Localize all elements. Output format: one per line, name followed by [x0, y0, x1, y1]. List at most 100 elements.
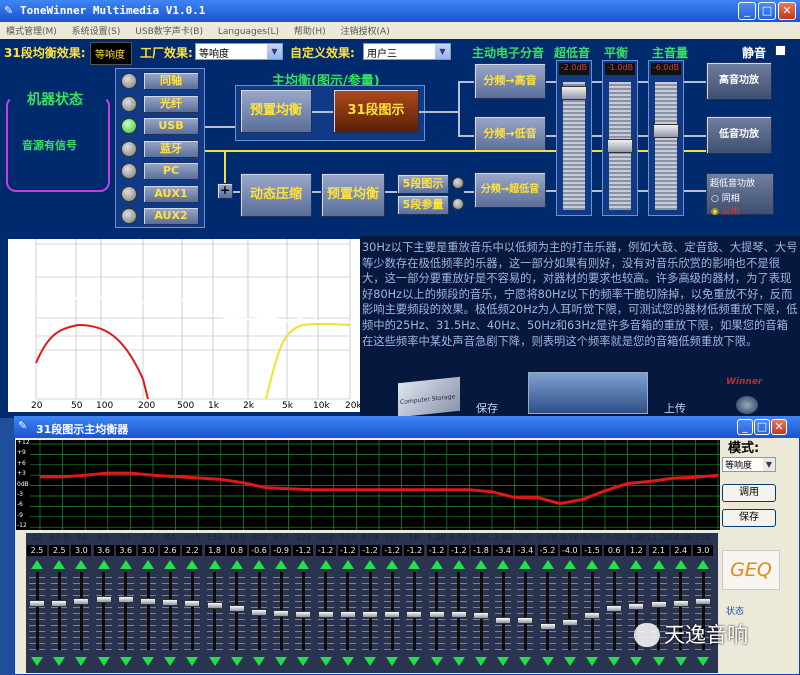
source-led[interactable]: [121, 185, 137, 202]
menu-usb[interactable]: USB数字声卡(B): [129, 22, 209, 39]
down-arrow-icon[interactable]: [364, 657, 376, 666]
slider-thumb[interactable]: [162, 599, 179, 607]
menu-license[interactable]: 注销授权(A): [335, 22, 396, 39]
up-arrow-icon[interactable]: [674, 560, 687, 569]
up-arrow-icon[interactable]: [297, 560, 310, 569]
sub-fader-thumb[interactable]: [561, 86, 587, 100]
compressor-button[interactable]: 动态压缩: [240, 173, 312, 217]
down-arrow-icon[interactable]: [164, 657, 177, 666]
down-arrow-icon[interactable]: [297, 657, 310, 666]
slider-thumb[interactable]: [184, 600, 201, 608]
source-led[interactable]: [121, 208, 137, 224]
chevron-down-icon[interactable]: ▼: [267, 44, 282, 59]
minimize-button[interactable]: _: [738, 2, 756, 20]
dialog-maximize-button[interactable]: □: [754, 419, 770, 435]
down-arrow-icon[interactable]: [475, 657, 487, 666]
slider-thumb[interactable]: [517, 617, 534, 625]
volume-fader-thumb[interactable]: [653, 124, 679, 138]
down-arrow-icon[interactable]: [430, 657, 443, 666]
high-amp-button[interactable]: 高音功放: [706, 62, 772, 100]
down-arrow-icon[interactable]: [341, 657, 354, 666]
down-arrow-icon[interactable]: [608, 657, 621, 666]
down-arrow-icon[interactable]: [31, 657, 43, 666]
slider-thumb[interactable]: [428, 610, 445, 618]
up-arrow-icon[interactable]: [275, 560, 288, 569]
up-arrow-icon[interactable]: [452, 560, 465, 569]
slider-thumb[interactable]: [251, 608, 267, 616]
preset-eq-button[interactable]: 预置均衡: [240, 89, 312, 133]
slider-track[interactable]: [168, 572, 172, 650]
slider-thumb[interactable]: [695, 598, 711, 605]
slider-track[interactable]: [501, 572, 505, 650]
source-led[interactable]: [121, 140, 137, 157]
slider-track[interactable]: [213, 572, 217, 650]
menu-system[interactable]: 系统设置(S): [66, 22, 127, 39]
source-button[interactable]: PC: [143, 162, 199, 180]
xover-high-button[interactable]: 分频→高音: [474, 63, 546, 99]
slider-track[interactable]: [57, 572, 61, 650]
slider-thumb[interactable]: [606, 605, 623, 613]
slider-thumb[interactable]: [73, 598, 90, 605]
chevron-down-icon[interactable]: ▼: [435, 44, 450, 59]
maximize-button[interactable]: □: [758, 2, 776, 20]
eq5-graphic-led[interactable]: [452, 177, 464, 189]
down-arrow-icon[interactable]: [652, 657, 665, 666]
preset-eq2-button[interactable]: 预置均衡: [321, 173, 385, 217]
up-arrow-icon[interactable]: [164, 560, 177, 569]
balance-fader-thumb[interactable]: [607, 139, 633, 153]
down-arrow-icon[interactable]: [142, 657, 154, 666]
down-arrow-icon[interactable]: [230, 657, 243, 666]
xover-sub-button[interactable]: 分频→超低音: [474, 172, 546, 208]
eq5-graphic-button[interactable]: 5段图示: [397, 174, 449, 194]
slider-thumb[interactable]: [495, 617, 512, 625]
up-arrow-icon[interactable]: [319, 560, 332, 569]
slider-thumb[interactable]: [140, 598, 156, 605]
down-arrow-icon[interactable]: [319, 657, 332, 666]
close-button[interactable]: ✕: [778, 2, 796, 20]
up-arrow-icon[interactable]: [364, 560, 376, 569]
up-arrow-icon[interactable]: [475, 560, 487, 569]
up-arrow-icon[interactable]: [563, 560, 576, 569]
slider-track[interactable]: [102, 572, 106, 650]
slider-thumb[interactable]: [384, 610, 401, 618]
down-arrow-icon[interactable]: [119, 657, 132, 666]
source-led[interactable]: [121, 95, 137, 112]
up-arrow-icon[interactable]: [53, 560, 66, 569]
down-arrow-icon[interactable]: [563, 657, 576, 666]
up-arrow-icon[interactable]: [541, 560, 554, 569]
slider-thumb[interactable]: [339, 610, 356, 618]
down-arrow-icon[interactable]: [697, 657, 709, 666]
up-arrow-icon[interactable]: [31, 560, 43, 569]
slider-track[interactable]: [79, 572, 83, 650]
slider-track[interactable]: [568, 572, 572, 650]
source-button[interactable]: AUX1: [143, 184, 199, 203]
phase-rev-option[interactable]: ◉ 反相: [707, 204, 773, 217]
save-button[interactable]: 保存: [722, 509, 776, 527]
down-arrow-icon[interactable]: [630, 657, 643, 666]
slider-thumb[interactable]: [117, 596, 134, 604]
sub-fader-track[interactable]: [563, 82, 585, 210]
down-arrow-icon[interactable]: [253, 657, 265, 666]
eq5-param-led[interactable]: [452, 198, 464, 210]
slider-thumb[interactable]: [539, 622, 556, 630]
mode-select[interactable]: 等响度 ▼: [722, 457, 776, 472]
eq5-param-button[interactable]: 5段参量: [397, 195, 449, 215]
down-arrow-icon[interactable]: [497, 657, 510, 666]
graphic31-button[interactable]: 31段图示: [333, 89, 419, 133]
up-arrow-icon[interactable]: [230, 560, 243, 569]
up-arrow-icon[interactable]: [519, 560, 532, 569]
slider-track[interactable]: [190, 572, 194, 650]
slider-thumb[interactable]: [672, 599, 689, 607]
volume-fader-track[interactable]: [655, 82, 677, 210]
slider-thumb[interactable]: [95, 596, 112, 604]
xover-low-button[interactable]: 分频→低音: [474, 116, 546, 152]
source-led[interactable]: [121, 118, 137, 134]
down-arrow-icon[interactable]: [275, 657, 288, 666]
slider-thumb[interactable]: [450, 610, 467, 618]
slider-thumb[interactable]: [228, 604, 245, 612]
up-arrow-icon[interactable]: [697, 560, 709, 569]
down-arrow-icon[interactable]: [519, 657, 532, 666]
up-arrow-icon[interactable]: [408, 560, 421, 569]
source-button[interactable]: AUX2: [143, 207, 199, 225]
down-arrow-icon[interactable]: [208, 657, 221, 666]
